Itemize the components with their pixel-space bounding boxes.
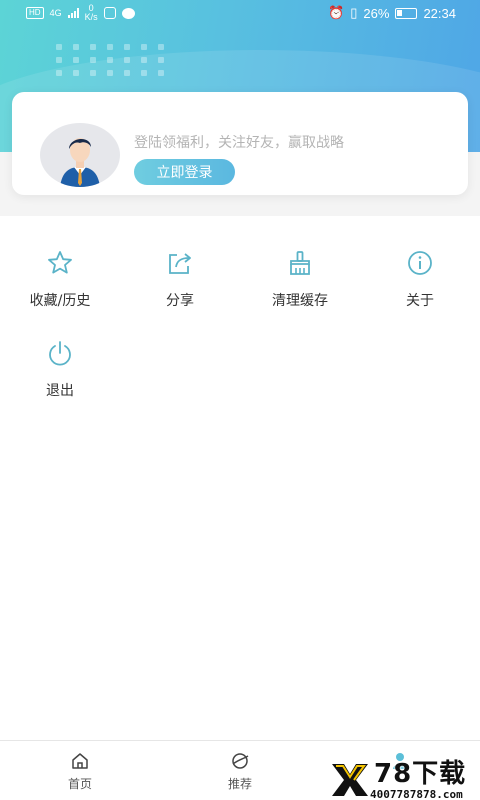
watermark-brand: 78下载 — [374, 759, 467, 789]
watermark-phone: 4007787878.com — [370, 788, 463, 800]
network-speed: 0 K/s — [85, 4, 98, 22]
watermark-logo-icon — [332, 764, 368, 796]
decorative-dots — [56, 44, 164, 76]
broom-icon — [290, 251, 310, 275]
menu-item-favorites-history[interactable]: 收藏/历史 — [0, 248, 120, 328]
network-type: 4G — [49, 7, 62, 18]
menu-item-label: 收藏/历史 — [29, 293, 91, 309]
menu-item-label: 分享 — [166, 293, 194, 309]
speed-unit: K/s — [84, 12, 98, 22]
watermark: 78下载 4007787878.com — [330, 760, 480, 800]
vibrate-icon: ▯ — [350, 5, 358, 20]
status-bar: HD 4G 0 K/s ⏰ ▯ 26% 22:34 — [0, 0, 480, 26]
login-button[interactable]: 立即登录 — [134, 159, 235, 185]
app-notification-icon — [103, 7, 116, 19]
planet-icon — [232, 753, 249, 769]
alarm-icon: ⏰ — [328, 5, 345, 20]
tab-label: 推荐 — [227, 777, 252, 791]
menu-item-share[interactable]: 分享 — [120, 248, 240, 328]
share-icon — [169, 253, 191, 274]
menu-item-logout[interactable]: 退出 — [0, 338, 120, 418]
menu-item-clear-cache[interactable]: 清理缓存 — [240, 248, 360, 328]
avatar[interactable] — [40, 123, 120, 187]
clock: 22:34 — [423, 5, 456, 21]
signal-icon — [67, 8, 79, 18]
avatar-person-icon — [60, 138, 100, 187]
home-icon — [72, 753, 88, 769]
menu-item-label: 清理缓存 — [272, 293, 328, 309]
tab-home[interactable]: 首页 — [0, 741, 160, 800]
tab-recommend[interactable]: 推荐 — [160, 741, 320, 800]
login-slogan: 登陆领福利，关注好友，赢取战略 — [134, 135, 344, 151]
profile-card: 登陆领福利，关注好友，赢取战略 立即登录 — [12, 92, 468, 195]
hd-badge: HD — [26, 7, 44, 19]
menu-item-label: 退出 — [46, 383, 74, 399]
tab-label: 首页 — [67, 777, 92, 791]
battery-percent: 26% — [363, 5, 390, 21]
battery-icon — [395, 7, 418, 19]
star-icon — [48, 251, 72, 274]
menu-item-label: 关于 — [406, 293, 434, 309]
menu-item-about[interactable]: 关于 — [360, 248, 480, 328]
message-icon — [121, 7, 135, 19]
info-icon — [408, 251, 432, 275]
power-icon — [49, 341, 71, 366]
